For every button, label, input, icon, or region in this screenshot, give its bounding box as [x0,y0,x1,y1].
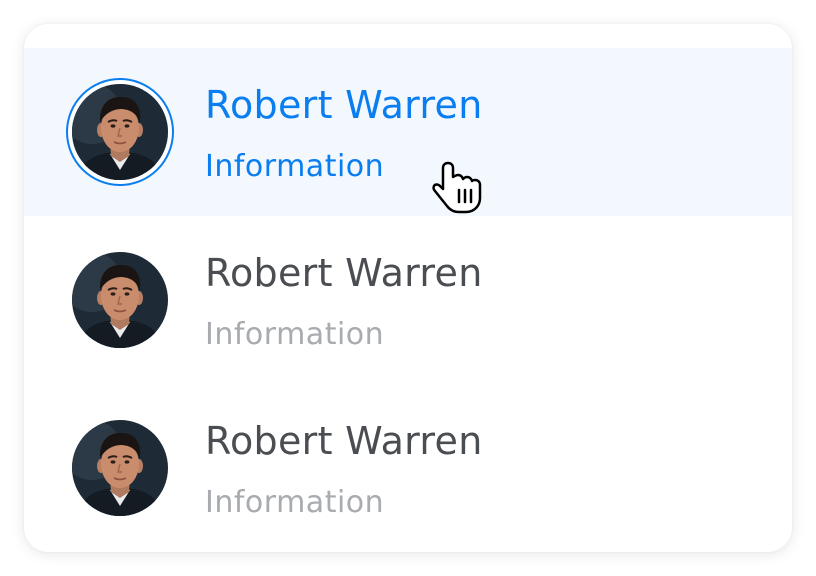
avatar[interactable] [72,420,168,516]
contact-list: Robert Warren Information Robert Warren … [24,48,792,552]
contact-list-item-selected[interactable]: Robert Warren Information [24,48,792,216]
contact-name[interactable]: Robert Warren [205,251,483,295]
avatar[interactable] [72,252,168,348]
contact-name[interactable]: Robert Warren [205,419,483,463]
avatar-photo [72,252,168,348]
contact-information-link[interactable]: Information [205,149,384,184]
avatar[interactable] [72,84,168,180]
avatar-photo [72,420,168,516]
contact-information-link[interactable]: Information [205,485,384,520]
contact-list-item[interactable]: Robert Warren Information [24,384,792,552]
contact-list-card: Robert Warren Information Robert Warren … [24,24,792,552]
contact-list-item[interactable]: Robert Warren Information [24,216,792,384]
avatar-photo [72,84,168,180]
contact-information-link[interactable]: Information [205,317,384,352]
contact-name[interactable]: Robert Warren [205,83,483,127]
